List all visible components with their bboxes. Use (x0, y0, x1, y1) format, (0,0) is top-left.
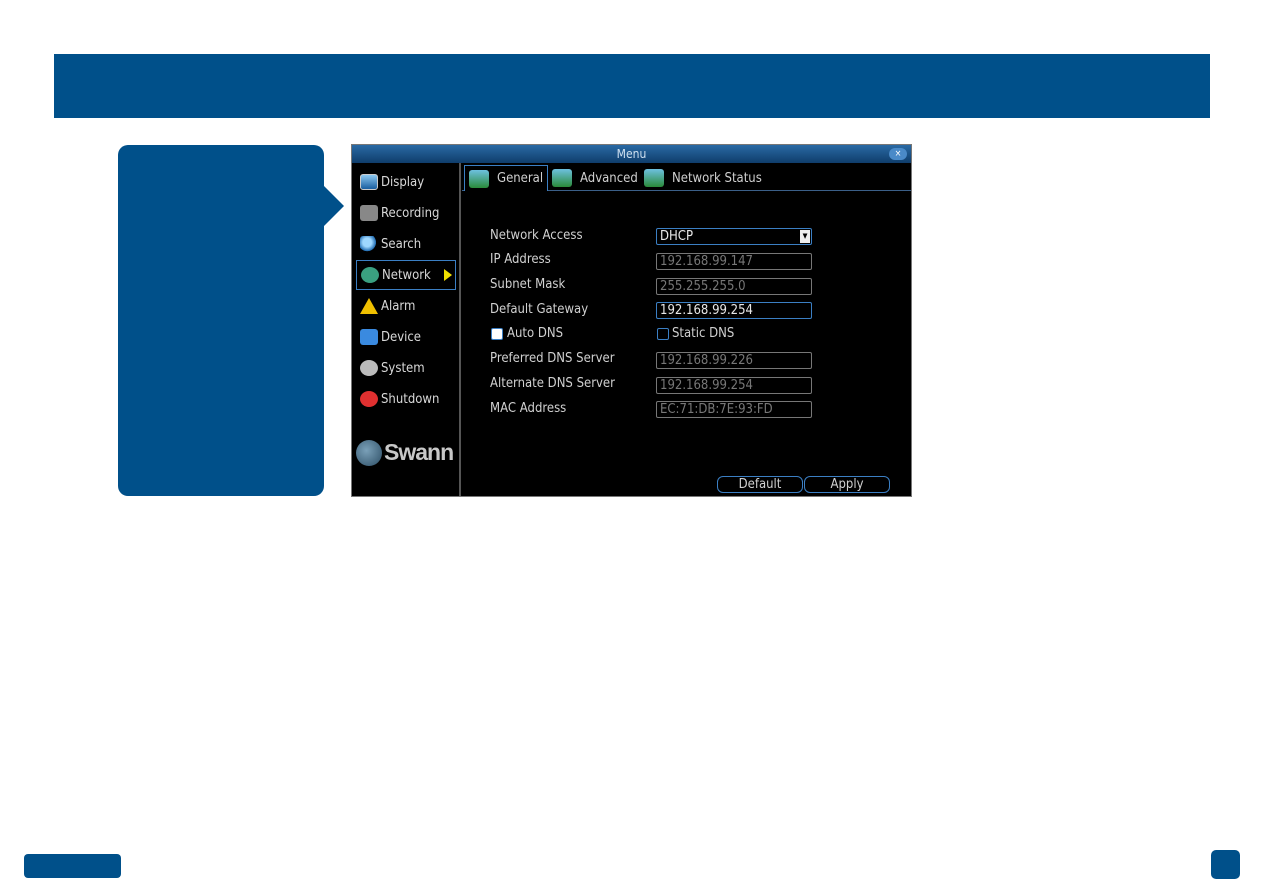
tab-bar: General Advanced Network Status (462, 163, 911, 191)
network-access-select[interactable]: DHCP ▼ (656, 228, 812, 245)
ip-address-label: IP Address (490, 252, 551, 267)
device-icon (360, 329, 378, 345)
network-access-label: Network Access (490, 228, 583, 243)
tab-network-status[interactable]: Network Status (640, 165, 762, 191)
tab-icon (469, 169, 489, 188)
sidebar-item-shutdown[interactable]: Shutdown (356, 384, 456, 414)
auto-dns-checkbox[interactable] (491, 328, 503, 340)
callout-panel (118, 145, 324, 496)
sidebar-item-label: Device (381, 329, 422, 345)
sidebar-item-search[interactable]: Search (356, 229, 456, 259)
tab-general[interactable]: General (464, 165, 548, 191)
apply-button[interactable]: Apply (804, 476, 890, 493)
sidebar-item-display[interactable]: Display (356, 167, 456, 197)
page-number-badge (1211, 850, 1240, 879)
header-banner (54, 54, 1210, 118)
mac-address-field[interactable]: EC:71:DB:7E:93:FD (656, 401, 812, 418)
sidebar-menu: Display Recording Search Network Alarm D… (352, 163, 461, 496)
tab-label: General (497, 171, 544, 186)
gear-icon (360, 360, 378, 376)
tab-icon (552, 169, 572, 187)
globe-icon (356, 439, 382, 466)
static-dns-label: Static DNS (672, 326, 735, 341)
sidebar-item-label: System (381, 360, 425, 376)
tab-advanced[interactable]: Advanced (548, 165, 638, 191)
mac-address-label: MAC Address (490, 401, 567, 416)
alarm-icon (360, 298, 378, 314)
default-gateway-field[interactable]: 192.168.99.254 (656, 302, 812, 319)
sidebar-item-system[interactable]: System (356, 353, 456, 383)
sidebar-item-label: Network (382, 267, 431, 283)
window-title: Menu (616, 147, 647, 161)
display-icon (360, 174, 378, 190)
network-icon (361, 267, 379, 283)
sidebar-item-label: Display (381, 174, 425, 190)
sidebar-item-label: Shutdown (381, 391, 440, 407)
footer-tab (24, 854, 121, 878)
logo-text: Swann (384, 439, 454, 465)
search-icon (360, 236, 378, 252)
sidebar-item-label: Search (381, 236, 422, 252)
preferred-dns-label: Preferred DNS Server (490, 351, 615, 366)
power-icon (360, 391, 378, 407)
select-value: DHCP (660, 229, 694, 244)
alternate-dns-label: Alternate DNS Server (490, 376, 615, 391)
chevron-right-icon (443, 269, 452, 281)
title-bar: Menu × (352, 145, 911, 163)
alternate-dns-field[interactable]: 192.168.99.254 (656, 377, 812, 394)
subnet-mask-field[interactable]: 255.255.255.0 (656, 278, 812, 295)
static-dns-checkbox[interactable] (657, 328, 669, 340)
sidebar-item-alarm[interactable]: Alarm (356, 291, 456, 321)
tab-icon (644, 169, 664, 187)
sidebar-item-label: Recording (381, 205, 440, 221)
close-button[interactable]: × (889, 148, 907, 160)
callout-arrow (322, 184, 344, 228)
sidebar-item-label: Alarm (381, 298, 416, 314)
default-button[interactable]: Default (717, 476, 803, 493)
default-gateway-label: Default Gateway (490, 302, 589, 317)
tab-label: Network Status (672, 170, 762, 186)
recording-icon (360, 205, 378, 221)
preferred-dns-field[interactable]: 192.168.99.226 (656, 352, 812, 369)
subnet-mask-label: Subnet Mask (490, 277, 566, 292)
chevron-down-icon: ▼ (800, 230, 810, 243)
ip-address-field[interactable]: 192.168.99.147 (656, 253, 812, 270)
sidebar-item-device[interactable]: Device (356, 322, 456, 352)
sidebar-item-recording[interactable]: Recording (356, 198, 456, 228)
swann-logo: Swann (356, 439, 454, 466)
tab-label: Advanced (580, 170, 638, 186)
auto-dns-label: Auto DNS (507, 326, 564, 341)
sidebar-item-network[interactable]: Network (356, 260, 456, 290)
menu-window: Menu × Display Recording Search Network … (351, 144, 912, 497)
